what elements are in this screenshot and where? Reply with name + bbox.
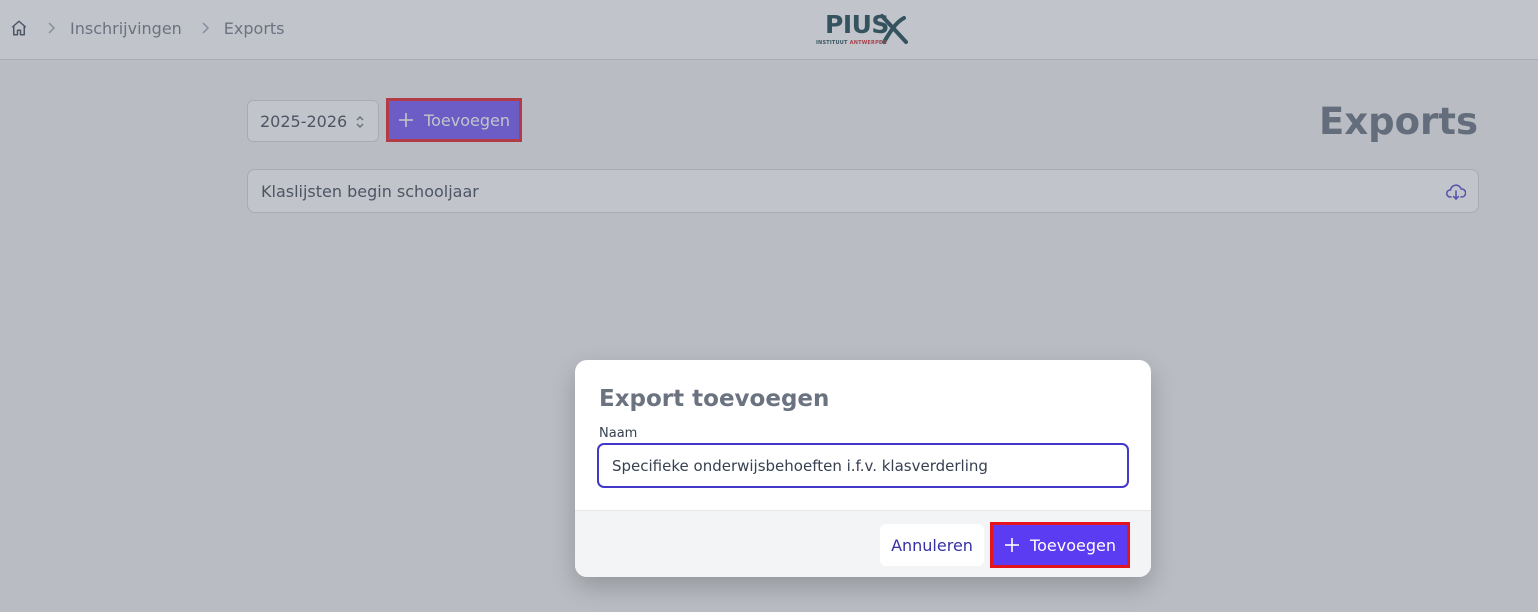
plus-icon: [1004, 537, 1020, 553]
confirm-add-label: Toevoegen: [1030, 535, 1116, 555]
name-label: Naam: [599, 426, 638, 441]
dialog-title: Export toevoegen: [599, 386, 830, 412]
confirm-add-button[interactable]: Toevoegen: [990, 522, 1130, 568]
cancel-button[interactable]: Annuleren: [880, 524, 984, 566]
export-add-dialog: Export toevoegen Naam Annuleren Toevoege…: [575, 360, 1151, 577]
name-input[interactable]: [597, 443, 1129, 488]
dialog-footer: Annuleren Toevoegen: [575, 510, 1151, 577]
